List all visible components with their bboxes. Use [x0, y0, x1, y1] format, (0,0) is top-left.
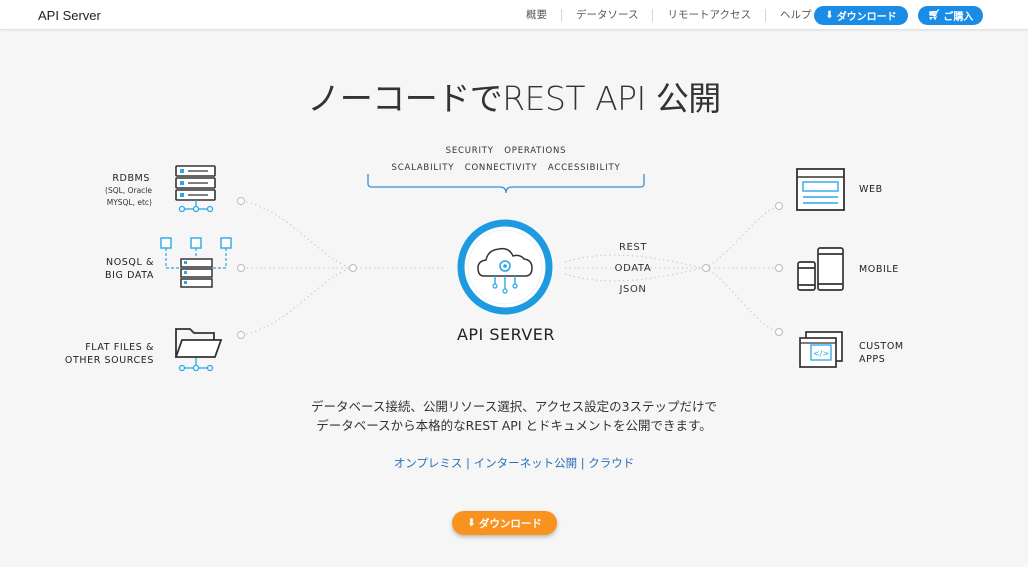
- left-connectors: [241, 200, 444, 336]
- custom-apps-code-icon: </>: [799, 331, 843, 368]
- protocol-rest: REST: [619, 242, 647, 253]
- download-button-label: ダウンロード: [478, 517, 542, 530]
- description-line-2: データベースから本格的なREST API とドキュメントを公開できます。: [316, 418, 712, 433]
- link-separator: |: [577, 456, 589, 470]
- features-bracket: [367, 174, 645, 194]
- folder-icon: [174, 328, 223, 372]
- source-rdbms-sub2: MYSQL, etc): [107, 198, 152, 207]
- target-mobile-title: MOBILE: [859, 264, 899, 275]
- description: データベース接続、公開リソース選択、アクセス設定の3ステップだけで データベース…: [0, 397, 1028, 435]
- target-custom-title: CUSTOM: [859, 341, 904, 352]
- source-rdbms-title: RDBMS: [112, 173, 150, 184]
- right-connectors: [564, 205, 779, 333]
- link-cloud[interactable]: クラウド: [588, 456, 634, 470]
- source-nosql-sub1: BIG DATA: [105, 270, 154, 281]
- protocol-json: JSON: [618, 284, 646, 295]
- protocol-odata: ODATA: [615, 263, 652, 274]
- features-top-text: SECURITY OPERATIONS: [446, 146, 567, 156]
- features-bottom-text: SCALABILITY CONNECTIVITY ACCESSIBILITY: [392, 163, 621, 173]
- link-internet[interactable]: インターネット公開: [474, 456, 578, 470]
- description-line-1: データベース接続、公開リソース選択、アクセス設定の3ステップだけで: [310, 399, 718, 414]
- database-server-icon: [175, 165, 216, 213]
- svg-text:</>: </>: [813, 349, 829, 358]
- api-server-cloud-icon: [457, 219, 553, 315]
- nosql-bigdata-icon: [160, 237, 232, 288]
- download-button[interactable]: ⬇ ダウンロード: [452, 511, 557, 535]
- source-nosql-title: NOSQL &: [106, 257, 154, 268]
- target-custom-sub1: APPS: [859, 354, 885, 365]
- download-icon: ⬇: [467, 517, 476, 529]
- source-files-title: FLAT FILES &: [85, 342, 154, 353]
- source-files-sub1: OTHER SOURCES: [65, 355, 154, 366]
- api-server-label: API SERVER: [457, 325, 555, 344]
- source-rdbms-sub1: (SQL, Oracle: [105, 186, 152, 195]
- web-browser-icon: [796, 168, 845, 211]
- mobile-devices-icon: [797, 247, 844, 291]
- architecture-diagram: SECURITY OPERATIONS SCALABILITY CONNECTI…: [65, 146, 904, 372]
- right-dots: [702, 202, 783, 336]
- link-separator: |: [462, 456, 474, 470]
- deployment-links: オンプレミス | インターネット公開 | クラウド: [0, 455, 1028, 471]
- link-onpremise[interactable]: オンプレミス: [394, 456, 463, 470]
- target-web-title: WEB: [859, 184, 883, 195]
